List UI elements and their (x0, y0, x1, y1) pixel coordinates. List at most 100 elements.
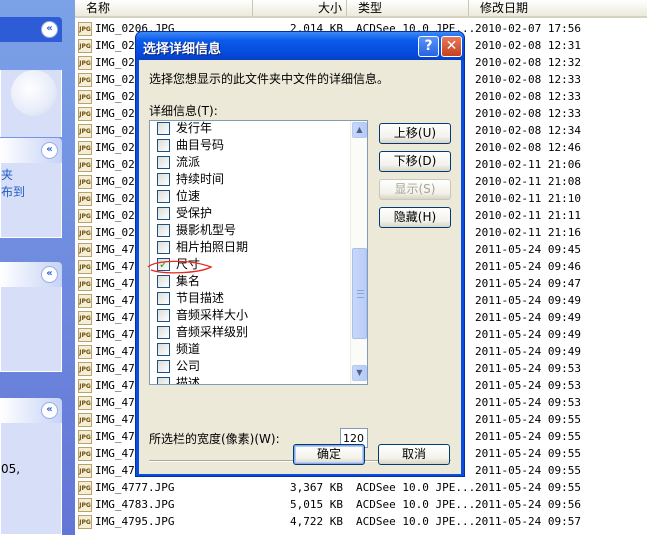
detail-item[interactable]: 音频采样大小 (150, 307, 351, 324)
task-group: « (0, 17, 62, 137)
choose-details-dialog: 选择详细信息 ? ✕ 选择您想显示的此文件夹中文件的详细信息。 详细信息(T):… (135, 31, 465, 477)
task-group-header[interactable]: « (0, 262, 62, 287)
jpg-file-icon: JPG (78, 90, 92, 104)
dialog-title: 选择详细信息 (143, 42, 222, 57)
task-group: « 05, (0, 398, 62, 535)
detail-item[interactable]: 位速 (150, 188, 351, 205)
move-up-button[interactable]: 上移(U) (379, 123, 451, 144)
file-date: 2011-05-24 09:55 (475, 430, 581, 443)
detail-item[interactable]: 描述 (150, 375, 351, 384)
checkbox-icon[interactable] (157, 377, 170, 384)
detail-item[interactable]: 流派 (150, 154, 351, 171)
detail-item[interactable]: 公司 (150, 358, 351, 375)
file-date: 2011-05-24 09:55 (475, 464, 581, 477)
checked-checkbox-icon[interactable]: ✓ (157, 258, 170, 271)
file-row[interactable]: JPG IMG_4783.JPG 5,015 KB ACDSee 10.0 JPE..… (75, 496, 647, 513)
scroll-thumb[interactable] (352, 248, 367, 339)
checkbox-icon[interactable] (157, 326, 170, 339)
checkbox-icon[interactable] (157, 360, 170, 373)
jpg-file-icon: JPG (78, 73, 92, 87)
checkbox-icon[interactable] (157, 343, 170, 356)
file-name: IMG_4783.JPG (95, 498, 175, 511)
file-name: IMG_4777.JPG (95, 481, 175, 494)
detail-item[interactable]: ✓ 尺寸 (150, 256, 351, 273)
details-listbox[interactable]: 发行年 曲目号码 流派 持续时间 位速 受保护 摄影机型号 相片拍照日期 ✓ 尺寸 集名 节目描述 音频… (149, 120, 368, 385)
scroll-up-icon[interactable]: ▲ (352, 122, 367, 138)
cancel-button[interactable]: 取消 (378, 444, 450, 465)
file-date: 2011-05-24 09:55 (475, 447, 581, 460)
help-icon[interactable]: ? (418, 36, 439, 57)
jpg-file-icon: JPG (78, 311, 92, 325)
task-group-header[interactable]: « (0, 398, 62, 423)
detail-item-label: 曲目号码 (176, 138, 225, 152)
checkbox-icon[interactable] (157, 224, 170, 237)
file-date: 2010-02-08 12:34 (475, 124, 581, 137)
file-row[interactable]: JPG IMG_4795.JPG 4,722 KB ACDSee 10.0 JPE..… (75, 513, 647, 530)
file-date: 2010-02-07 17:56 (475, 22, 581, 35)
dialog-body: 选择您想显示的此文件夹中文件的详细信息。 详细信息(T): 发行年 曲目号码 流派持… (139, 60, 461, 474)
checkbox-icon[interactable] (157, 241, 170, 254)
column-modified-header[interactable]: 修改日期 (469, 0, 647, 17)
column-header: 名称 大小 类型 修改日期 (75, 0, 647, 18)
task-group-header[interactable]: « (0, 17, 62, 42)
detail-item[interactable]: 持续时间 (150, 171, 351, 188)
dialog-titlebar[interactable]: 选择详细信息 ? ✕ (136, 32, 464, 60)
detail-item[interactable]: 节目描述 (150, 290, 351, 307)
checkbox-icon[interactable] (157, 292, 170, 305)
file-row[interactable]: JPG IMG_4777.JPG 3,367 KB ACDSee 10.0 JPE..… (75, 479, 647, 496)
detail-item[interactable]: 发行年 (150, 121, 351, 137)
jpg-file-icon: JPG (78, 430, 92, 444)
task-group-body: 05, (0, 423, 62, 535)
scroll-down-icon[interactable]: ▼ (352, 365, 367, 381)
detail-item-label: 位速 (176, 189, 201, 203)
file-date: 2011-05-24 09:49 (475, 294, 581, 307)
file-date: 2011-05-24 09:49 (475, 345, 581, 358)
file-date: 2011-05-24 09:53 (475, 396, 581, 409)
collapse-chevron-icon[interactable]: « (41, 266, 58, 283)
detail-item[interactable]: 摄影机型号 (150, 222, 351, 239)
file-date: 2010-02-11 21:11 (475, 209, 581, 222)
detail-item[interactable]: 曲目号码 (150, 137, 351, 154)
task-group-body (0, 287, 62, 372)
collapse-chevron-icon[interactable]: « (41, 142, 58, 159)
file-date: 2010-02-08 12:33 (475, 90, 581, 103)
column-name-header[interactable]: 名称 (75, 0, 253, 17)
file-date: 2010-02-08 12:32 (475, 56, 581, 69)
checkbox-icon[interactable] (157, 190, 170, 203)
task-group-header[interactable]: « (0, 138, 62, 163)
ok-button[interactable]: 确定 (293, 444, 365, 465)
jpg-file-icon: JPG (78, 209, 92, 223)
close-icon[interactable]: ✕ (441, 36, 462, 57)
detail-item[interactable]: 受保护 (150, 205, 351, 222)
task-link[interactable]: 夹 (1, 167, 61, 184)
checkbox-icon[interactable] (157, 275, 170, 288)
column-type-header[interactable]: 类型 (347, 0, 469, 17)
listbox-scrollbar[interactable]: ▲ ▼ (350, 121, 367, 384)
task-group-body (0, 70, 62, 137)
detail-item[interactable]: 音频采样级别 (150, 324, 351, 341)
checkbox-icon[interactable] (157, 173, 170, 186)
detail-item-label: 持续时间 (176, 172, 225, 186)
file-date: 2010-02-11 21:10 (475, 192, 581, 205)
task-link[interactable]: 布到 (1, 184, 61, 201)
task-pane: « « 夹 布到 « « 05, (0, 0, 75, 535)
checkbox-icon[interactable] (157, 139, 170, 152)
checkbox-icon[interactable] (157, 309, 170, 322)
detail-item[interactable]: 相片拍照日期 (150, 239, 351, 256)
hide-button[interactable]: 隐藏(H) (379, 207, 451, 228)
move-down-button[interactable]: 下移(D) (379, 151, 451, 172)
checkbox-icon[interactable] (157, 156, 170, 169)
jpg-file-icon: JPG (78, 413, 92, 427)
checkbox-icon[interactable] (157, 122, 170, 135)
checkbox-icon[interactable] (157, 207, 170, 220)
detail-item[interactable]: 集名 (150, 273, 351, 290)
collapse-chevron-icon[interactable]: « (41, 402, 58, 419)
collapse-chevron-icon[interactable]: « (41, 21, 58, 38)
details-label: 详细信息(T): (149, 104, 218, 118)
detail-item-label: 相片拍照日期 (176, 240, 249, 254)
show-button[interactable]: 显示(S) (379, 179, 451, 200)
detail-item[interactable]: 频道 (150, 341, 351, 358)
grip-icon (357, 290, 364, 298)
file-size: 4,722 KB (290, 515, 343, 528)
column-size-header[interactable]: 大小 (253, 0, 347, 17)
